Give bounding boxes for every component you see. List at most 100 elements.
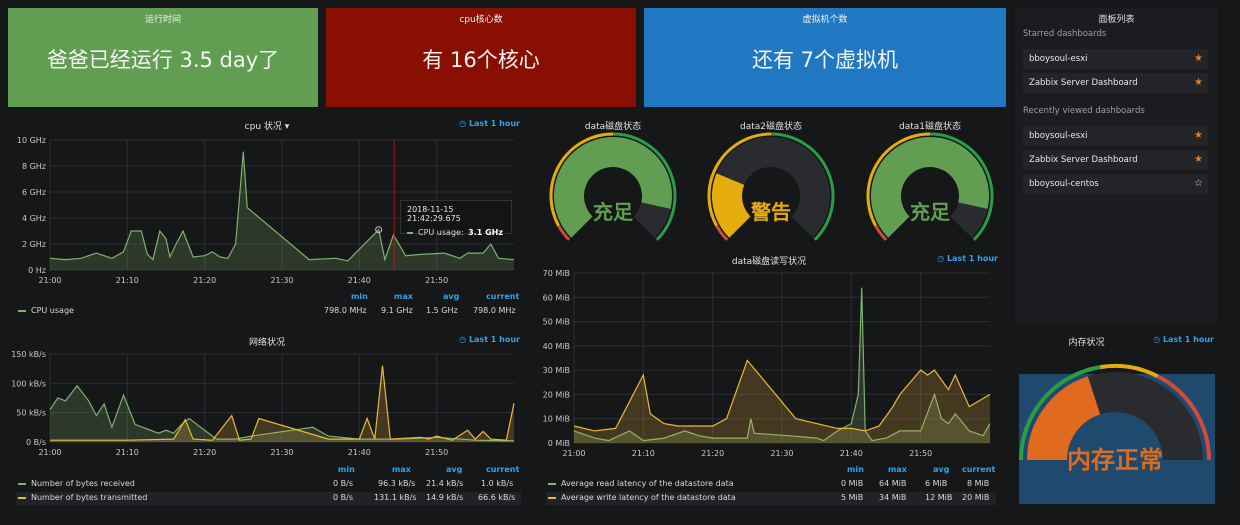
star-icon[interactable]: ★ (1194, 49, 1203, 69)
disk-io-panel: data磁盘读写状况 ◷ Last 1 hour 0 MiB 10 MiB 20 M… (534, 249, 1004, 511)
time-range-text: Last 1 hour (468, 119, 520, 128)
chevron-down-icon: ▾ (284, 122, 290, 132)
legend-head-avg: avg (443, 292, 460, 301)
x-tick-label: 21:50 (909, 449, 932, 458)
legend-max: 96.3 kB/s (378, 479, 416, 488)
legend-head-max: max (392, 465, 411, 474)
star-icon[interactable]: ★ (1194, 126, 1203, 146)
x-tick-label: 21:20 (193, 276, 216, 285)
dashboard-name: Zabbix Server Dashboard (1029, 78, 1138, 88)
legend-item[interactable]: Number of bytes transmitted (18, 493, 147, 502)
x-tick-label: 21:10 (632, 449, 655, 458)
stat-uptime: 运行时间 爸爸已经运行 3.5 day了 (8, 8, 318, 107)
dashboard-link[interactable]: bboysoul-esxi ★ (1023, 49, 1208, 69)
clock-icon: ◷ (937, 254, 945, 263)
star-outline-icon[interactable]: ☆ (1194, 174, 1203, 194)
y-tick-label: 10 MiB (543, 415, 570, 424)
dashboard-name: Zabbix Server Dashboard (1029, 155, 1138, 165)
legend-name: CPU usage (31, 306, 74, 315)
gauge-label: 警告 (751, 200, 791, 224)
stat-title: 运行时间 (144, 15, 181, 25)
panel-title: data1磁盘状态 (899, 122, 961, 132)
y-tick-label: 20 MiB (543, 390, 570, 399)
time-range-text: Last 1 hour (1162, 335, 1214, 344)
dashboard-name: bboysoul-esxi (1029, 54, 1088, 64)
legend-current: 1.0 kB/s (481, 479, 514, 488)
time-range-link[interactable]: ◷ Last 1 hour (937, 254, 998, 263)
legend-max: 9.1 GHz (381, 306, 413, 315)
recent-heading: Recently viewed dashboards (1023, 106, 1145, 116)
legend-name: Average read latency of the datastore da… (561, 479, 734, 488)
time-range-link[interactable]: ◷ Last 1 hour (1153, 335, 1214, 344)
panel-title-text: cpu 状况 (244, 122, 282, 132)
legend-min: 798.0 MHz (324, 306, 367, 315)
dashboard-link[interactable]: Zabbix Server Dashboard ★ (1023, 150, 1208, 170)
gauge-label: 内存正常 (1067, 446, 1163, 474)
y-tick-label: 0 MiB (548, 439, 570, 448)
time-range-text: Last 1 hour (946, 254, 998, 263)
legend-avg: 21.4 kB/s (426, 479, 464, 488)
x-tick-label: 21:00 (38, 448, 61, 457)
stat-cpu-cores: cpu核心数 有 16个核心 (326, 8, 636, 107)
x-tick-label: 21:40 (840, 449, 863, 458)
x-tick-label: 21:00 (38, 276, 61, 285)
tooltip-value: 3.1 GHz (468, 228, 503, 237)
dashboard-link[interactable]: bboysoul-centos ☆ (1023, 174, 1208, 194)
cpu-panel: cpu 状况 ▾ ◷ Last 1 hour 0 Hz 2 GHz 4 GHz 6 G… (8, 114, 526, 324)
legend-item[interactable]: Average read latency of the datastore da… (548, 479, 734, 488)
legend-avg: 12 MiB (925, 493, 953, 502)
x-tick-label: 21:00 (562, 449, 585, 458)
x-tick-label: 21:20 (193, 448, 216, 457)
legend-head-min: min (351, 292, 368, 301)
x-tick-label: 21:40 (348, 448, 371, 457)
stat-value: 还有 7个虚拟机 (751, 48, 899, 72)
time-range-link[interactable]: ◷ Last 1 hour (459, 119, 520, 128)
legend-name: Average write latency of the datastore d… (561, 493, 736, 502)
panel-title[interactable]: cpu 状况 ▾ (8, 119, 526, 132)
stat-title: cpu核心数 (459, 15, 503, 25)
legend-head-min: min (847, 465, 864, 474)
clock-icon: ◷ (459, 119, 467, 128)
y-tick-label: 10 GHz (17, 136, 46, 145)
legend-head-current: current (486, 465, 520, 474)
legend-max: 131.1 kB/s (374, 493, 417, 502)
clock-icon: ◷ (459, 335, 467, 344)
gauge-panel-data1: data1磁盘状态 充足 (850, 114, 1010, 244)
tooltip-label: CPU usage: (418, 228, 464, 237)
legend-head-current: current (486, 292, 520, 301)
x-tick-label: 21:10 (116, 448, 139, 457)
x-tick-label: 21:10 (116, 276, 139, 285)
legend-item[interactable]: Number of bytes received (18, 479, 135, 488)
star-icon[interactable]: ★ (1194, 150, 1203, 170)
y-tick-label: 100 kB/s (11, 379, 46, 388)
legend-avg: 14.9 kB/s (426, 493, 464, 502)
gauge-label: 充足 (593, 200, 634, 224)
y-tick-label: 40 MiB (543, 342, 570, 351)
legend-head-avg: avg (933, 465, 950, 474)
disk-io-chart[interactable]: 0 MiB 10 MiB 20 MiB 30 MiB 40 MiB 50 MiB 60 Mi… (534, 265, 1004, 479)
memory-panel: 内存状况 ◷ Last 1 hour 内存正常 (1015, 330, 1218, 510)
clock-icon: ◷ (1153, 335, 1161, 344)
stat-vm-count: 虚拟机个数 还有 7个虚拟机 (644, 8, 1006, 107)
dashboard-link[interactable]: Zabbix Server Dashboard ★ (1023, 73, 1208, 93)
y-tick-label: 6 GHz (22, 188, 46, 197)
time-range-link[interactable]: ◷ Last 1 hour (459, 335, 520, 344)
y-tick-label: 4 GHz (22, 214, 46, 223)
starred-heading: Starred dashboards (1023, 29, 1107, 39)
legend-item[interactable]: Average write latency of the datastore d… (548, 493, 736, 502)
legend-min: 0 MiB (841, 479, 864, 488)
legend-head-min: min (338, 465, 355, 474)
x-tick-label: 21:40 (348, 276, 371, 285)
y-tick-label: 60 MiB (543, 293, 570, 302)
y-tick-label: 2 GHz (22, 240, 46, 249)
legend-avg: 1.5 GHz (426, 306, 458, 315)
star-icon[interactable]: ★ (1194, 73, 1203, 93)
x-tick-label: 21:50 (425, 448, 448, 457)
y-tick-label: 0 Hz (28, 266, 46, 275)
x-tick-label: 21:20 (701, 449, 724, 458)
dashboard-link[interactable]: bboysoul-esxi ★ (1023, 126, 1208, 146)
legend-item[interactable]: CPU usage (18, 306, 74, 315)
network-chart[interactable]: 0 B/s 50 kB/s 100 kB/s 150 kB/s 21:00 21:10 21… (8, 346, 526, 478)
stat-title: 虚拟机个数 (802, 15, 848, 25)
legend-name: Number of bytes received (31, 479, 135, 488)
